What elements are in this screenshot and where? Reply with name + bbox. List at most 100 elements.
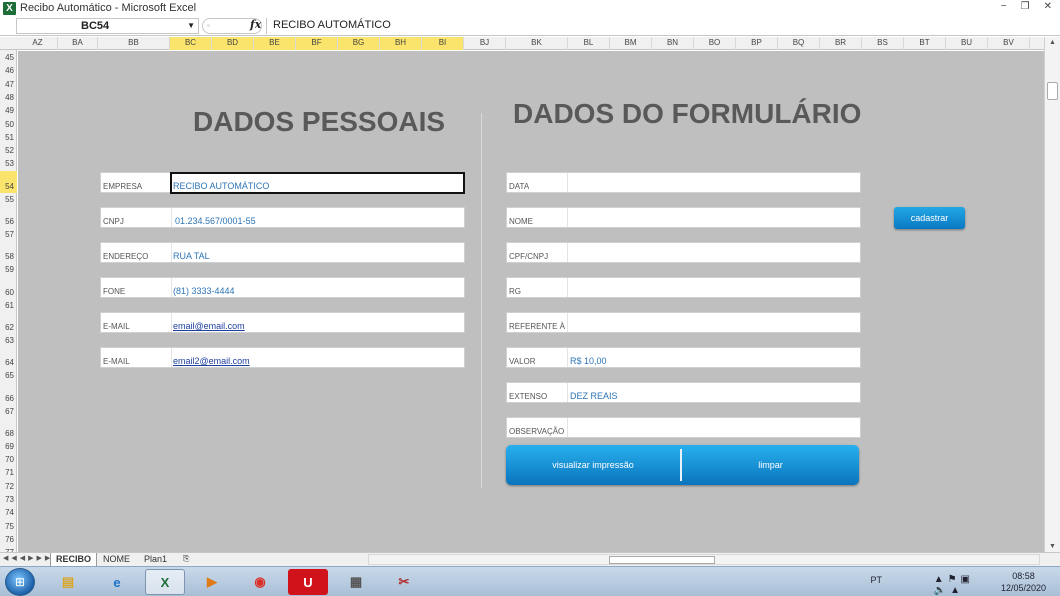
- field-input[interactable]: R$ 10,00: [570, 356, 607, 366]
- restore-button[interactable]: ❐: [1021, 1, 1030, 12]
- formula-input[interactable]: RECIBO AUTOMÁTICO: [266, 18, 1060, 34]
- column-header[interactable]: BP: [736, 37, 778, 50]
- row-header[interactable]: 51: [0, 131, 17, 144]
- row-header[interactable]: 61: [0, 299, 17, 312]
- field-value[interactable]: email@email.com: [173, 321, 245, 331]
- row-header[interactable]: 73: [0, 493, 17, 506]
- column-header[interactable]: BC: [170, 37, 212, 50]
- row-header[interactable]: 65: [0, 369, 17, 382]
- tray-icons[interactable]: ▲⚑▣🔈▲: [934, 574, 974, 596]
- column-header[interactable]: BV: [988, 37, 1030, 50]
- row-header[interactable]: 66: [0, 383, 17, 405]
- column-header[interactable]: BH: [380, 37, 422, 50]
- row-header[interactable]: 49: [0, 104, 17, 117]
- horizontal-scrollbar[interactable]: [368, 554, 1040, 565]
- column-header[interactable]: BI: [422, 37, 464, 50]
- row-header[interactable]: 64: [0, 347, 17, 369]
- horizontal-scroll-thumb[interactable]: [609, 556, 715, 564]
- language-indicator[interactable]: PT: [870, 575, 882, 585]
- form-field-row: VALOR R$ 10,00: [506, 347, 861, 368]
- excel-icon[interactable]: X: [145, 569, 185, 595]
- column-header[interactable]: AZ: [18, 37, 58, 50]
- row-header[interactable]: 76: [0, 533, 17, 546]
- tab-plan1[interactable]: Plan1: [139, 553, 172, 566]
- row-header[interactable]: 57: [0, 228, 17, 241]
- calculator-icon[interactable]: ▦: [336, 569, 376, 595]
- close-button[interactable]: ✕: [1044, 1, 1052, 12]
- row-header[interactable]: 50: [0, 118, 17, 131]
- explorer-icon[interactable]: ▤: [48, 569, 88, 595]
- vertical-scroll-thumb[interactable]: [1047, 82, 1058, 100]
- chrome-icon[interactable]: ◉: [240, 569, 280, 595]
- row-header[interactable]: 63: [0, 334, 17, 347]
- field-value[interactable]: email2@email.com: [173, 356, 250, 366]
- column-header[interactable]: BE: [254, 37, 296, 50]
- column-header[interactable]: BF: [296, 37, 338, 50]
- column-header[interactable]: BU: [946, 37, 988, 50]
- media-player-icon[interactable]: ▶: [192, 569, 232, 595]
- cadastrar-button[interactable]: cadastrar: [894, 207, 965, 229]
- row-header[interactable]: 55: [0, 193, 17, 206]
- row-header[interactable]: 45: [0, 51, 17, 64]
- cell-divider: [171, 313, 172, 332]
- tab-recibo[interactable]: RECIBO: [50, 553, 98, 566]
- column-header[interactable]: BB: [98, 37, 170, 50]
- row-header[interactable]: 54: [0, 170, 17, 193]
- tab-nome[interactable]: NOME: [98, 553, 135, 566]
- row-header[interactable]: 72: [0, 480, 17, 493]
- field-value[interactable]: (81) 3333-4444: [173, 286, 235, 296]
- clock[interactable]: 08:58 12/05/2020: [1001, 570, 1046, 594]
- clock-time: 08:58: [1012, 571, 1035, 581]
- scroll-up-icon[interactable]: ▲: [1049, 39, 1056, 46]
- row-header[interactable]: 74: [0, 506, 17, 519]
- row-header[interactable]: 70: [0, 453, 17, 466]
- row-header[interactable]: 56: [0, 206, 17, 228]
- column-header[interactable]: BO: [694, 37, 736, 50]
- field-value[interactable]: 01.234.567/0001-55: [175, 216, 256, 226]
- internet-explorer-icon[interactable]: e: [97, 569, 137, 595]
- column-header[interactable]: BM: [610, 37, 652, 50]
- row-header[interactable]: 60: [0, 277, 17, 299]
- row-header[interactable]: 47: [0, 78, 17, 91]
- row-header[interactable]: 52: [0, 144, 17, 157]
- tab-navigation-arrows-icon[interactable]: ◀◀◀▶▶▶: [3, 554, 53, 562]
- start-button[interactable]: ⊞: [5, 568, 35, 596]
- column-header[interactable]: BN: [652, 37, 694, 50]
- column-header[interactable]: BT: [904, 37, 946, 50]
- row-header[interactable]: 69: [0, 440, 17, 453]
- form-field-row: EXTENSO DEZ REAIS: [506, 382, 861, 403]
- column-header[interactable]: BR: [820, 37, 862, 50]
- minimize-button[interactable]: −: [1001, 1, 1007, 12]
- column-header[interactable]: BG: [338, 37, 380, 50]
- row-header[interactable]: 75: [0, 520, 17, 533]
- row-header[interactable]: 62: [0, 312, 17, 334]
- row-header[interactable]: 58: [0, 241, 17, 263]
- column-header[interactable]: BA: [58, 37, 98, 50]
- column-header[interactable]: BQ: [778, 37, 820, 50]
- snipping-tool-icon[interactable]: ✂: [384, 569, 424, 595]
- field-input[interactable]: DEZ REAIS: [570, 391, 618, 401]
- row-header[interactable]: 53: [0, 157, 17, 170]
- row-header[interactable]: 71: [0, 466, 17, 479]
- field-value[interactable]: RUA TAL: [173, 251, 210, 261]
- u-app-icon[interactable]: U: [288, 569, 328, 595]
- limpar-button[interactable]: limpar: [682, 445, 859, 485]
- name-box[interactable]: BC54 ▼: [16, 18, 199, 34]
- row-header[interactable]: 68: [0, 418, 17, 440]
- insert-function-icon[interactable]: fx: [250, 18, 261, 31]
- scroll-down-icon[interactable]: ▼: [1049, 543, 1056, 550]
- row-header[interactable]: 48: [0, 91, 17, 104]
- column-header[interactable]: BD: [212, 37, 254, 50]
- vertical-scrollbar[interactable]: ▲ ▼: [1044, 37, 1060, 552]
- visualizar-impressao-button[interactable]: visualizar impressão: [506, 445, 680, 485]
- new-sheet-icon[interactable]: ⎘: [178, 553, 194, 566]
- column-header[interactable]: BK: [506, 37, 568, 50]
- chevron-down-icon[interactable]: ▼: [187, 19, 195, 33]
- row-header[interactable]: 46: [0, 64, 17, 77]
- worksheet-area[interactable]: DADOS PESSOAIS DADOS DO FORMULÁRIO EMPRE…: [18, 51, 1044, 552]
- column-header[interactable]: BJ: [464, 37, 506, 50]
- row-header[interactable]: 59: [0, 263, 17, 276]
- column-header[interactable]: BS: [862, 37, 904, 50]
- row-header[interactable]: 67: [0, 405, 17, 418]
- column-header[interactable]: BL: [568, 37, 610, 50]
